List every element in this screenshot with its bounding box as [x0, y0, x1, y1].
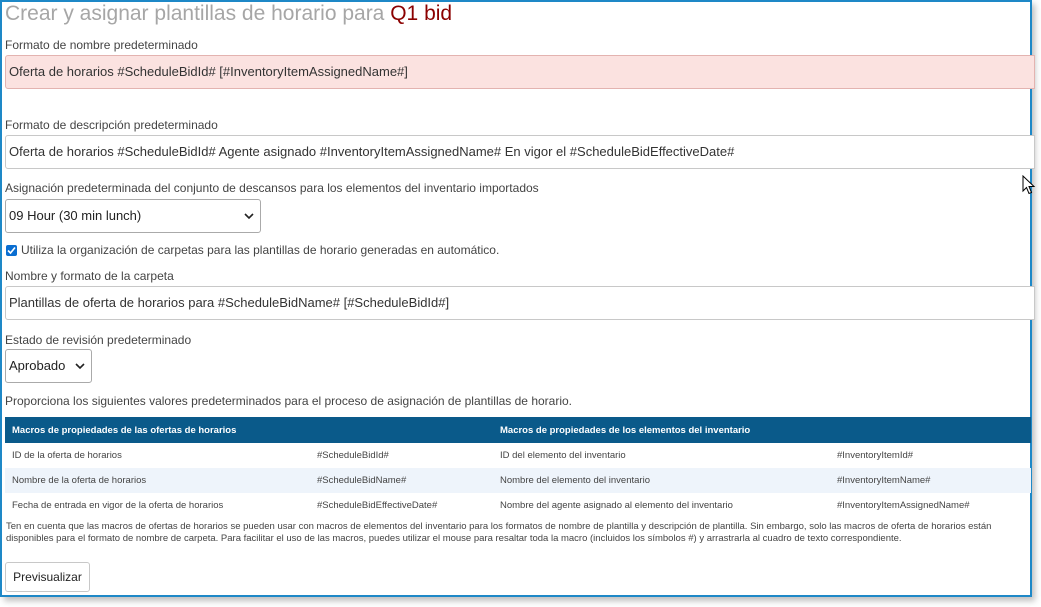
break-set-label: Asignación predeterminada del conjunto d…	[5, 181, 539, 195]
table-cell: Nombre de la oferta de horarios	[5, 468, 310, 493]
macros-table-header: Macros de propiedades de las ofertas de …	[5, 417, 1031, 443]
preview-button[interactable]: Previsualizar	[5, 562, 90, 592]
table-row: Fecha de entrada en vigor de la oferta d…	[5, 493, 1031, 518]
mouse-cursor-icon	[1022, 175, 1036, 195]
table-header-cell	[310, 417, 493, 443]
schedule-bid-macros-header: Macros de propiedades de las ofertas de …	[5, 417, 310, 443]
folder-format-label: Nombre y formato de la carpeta	[5, 269, 174, 283]
chevron-down-icon	[244, 213, 254, 220]
name-format-input[interactable]: Oferta de horarios #ScheduleBidId# [#Inv…	[5, 55, 1035, 89]
description-format-input[interactable]: Oferta de horarios #ScheduleBidId# Agent…	[5, 135, 1035, 169]
table-header-cell	[830, 417, 1031, 443]
folder-format-input[interactable]: Plantillas de oferta de horarios para #S…	[5, 286, 1035, 320]
table-row: ID de la oferta de horarios #ScheduleBid…	[5, 443, 1031, 468]
macro-token[interactable]: #InventoryItemName#	[830, 468, 1031, 493]
table-cell: Nombre del agente asignado al elemento d…	[500, 500, 733, 511]
review-status-select[interactable]: Aprobado	[5, 349, 92, 383]
macro-token[interactable]: #InventoryItemAssignedName#	[830, 493, 1031, 518]
macros-note: Ten en cuenta que las macros de ofertas …	[6, 521, 992, 544]
macro-token[interactable]: #ScheduleBidEffectiveDate#	[310, 493, 493, 518]
table-cell: ID de la oferta de horarios	[12, 450, 122, 461]
review-status-selected: Aprobado	[9, 358, 66, 373]
instructions-text: Proporciona los siguientes valores prede…	[5, 394, 573, 408]
macro-token[interactable]: #ScheduleBidId#	[310, 443, 493, 468]
bid-name: Q1 bid	[390, 2, 453, 25]
table-cell: Nombre del elemento del inventario	[493, 468, 830, 493]
chevron-down-icon	[75, 363, 85, 370]
inventory-macros-header: Macros de propiedades de los elementos d…	[493, 417, 830, 443]
break-set-selected: 09 Hour (30 min lunch)	[9, 208, 142, 223]
macro-token[interactable]: #ScheduleBidName#	[310, 468, 493, 493]
macros-table: Macros de propiedades de las ofertas de …	[5, 417, 1031, 518]
table-cell: ID del elemento del inventario	[500, 450, 626, 461]
review-status-label: Estado de revisión predeterminado	[5, 333, 192, 347]
folder-org-label: Utiliza la organización de carpetas para…	[21, 243, 500, 257]
break-set-select[interactable]: 09 Hour (30 min lunch)	[5, 199, 261, 233]
page-title: Crear y asignar plantillas de horario pa…	[5, 2, 452, 26]
description-format-label: Formato de descripción predeterminado	[5, 118, 218, 132]
table-cell: Fecha de entrada en vigor de la oferta d…	[12, 500, 224, 511]
folder-org-checkbox[interactable]	[6, 245, 17, 256]
check-icon	[7, 246, 16, 255]
macro-token[interactable]: #InventoryItemId#	[830, 443, 1031, 468]
page-title-prefix: Crear y asignar plantillas de horario pa…	[5, 2, 385, 25]
name-format-label: Formato de nombre predeterminado	[5, 38, 198, 52]
table-row: Nombre de la oferta de horarios #Schedul…	[5, 468, 1031, 493]
